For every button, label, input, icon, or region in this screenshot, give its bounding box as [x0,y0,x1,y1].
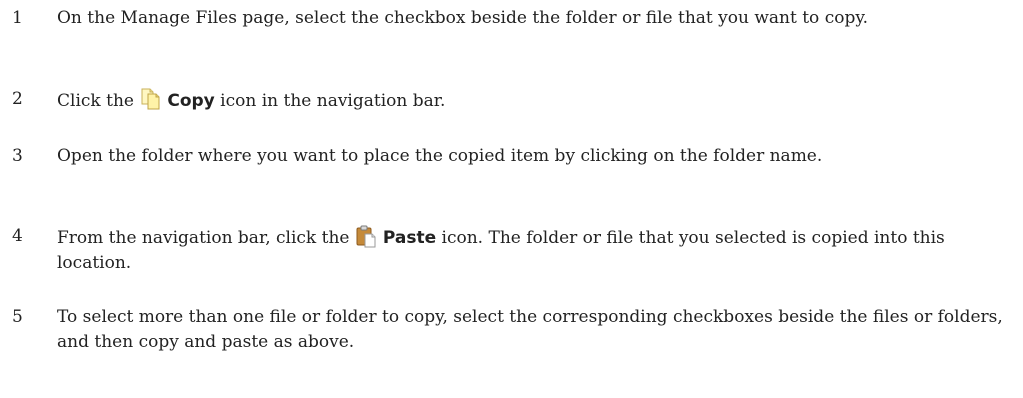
step-number: 5 [12,307,23,327]
copy-label: Copy [167,91,215,111]
step-number: 1 [12,8,23,28]
step-text: Open the folder where you want to place … [57,146,823,166]
step-text: From the navigation bar, click the Paste… [57,224,1007,276]
paste-icon [355,224,379,248]
paste-label: Paste [382,228,437,248]
step-number: 4 [12,226,23,246]
step-text: To select more than one file or folder t… [57,307,1003,352]
step-text-after: icon in the navigation bar. [214,91,446,111]
step-text-before: Click the [57,91,140,111]
step-text: Click the Copy icon in the navigation ba… [57,87,1007,114]
step-number: 2 [12,89,23,109]
step-text-before: From the navigation bar, click the [57,228,355,248]
copy-icon [139,87,163,111]
step-text: On the Manage Files page, select the che… [57,8,869,28]
step-number: 3 [12,146,23,166]
instruction-steps: 1 On the Manage Files page, select the c… [0,0,1023,398]
